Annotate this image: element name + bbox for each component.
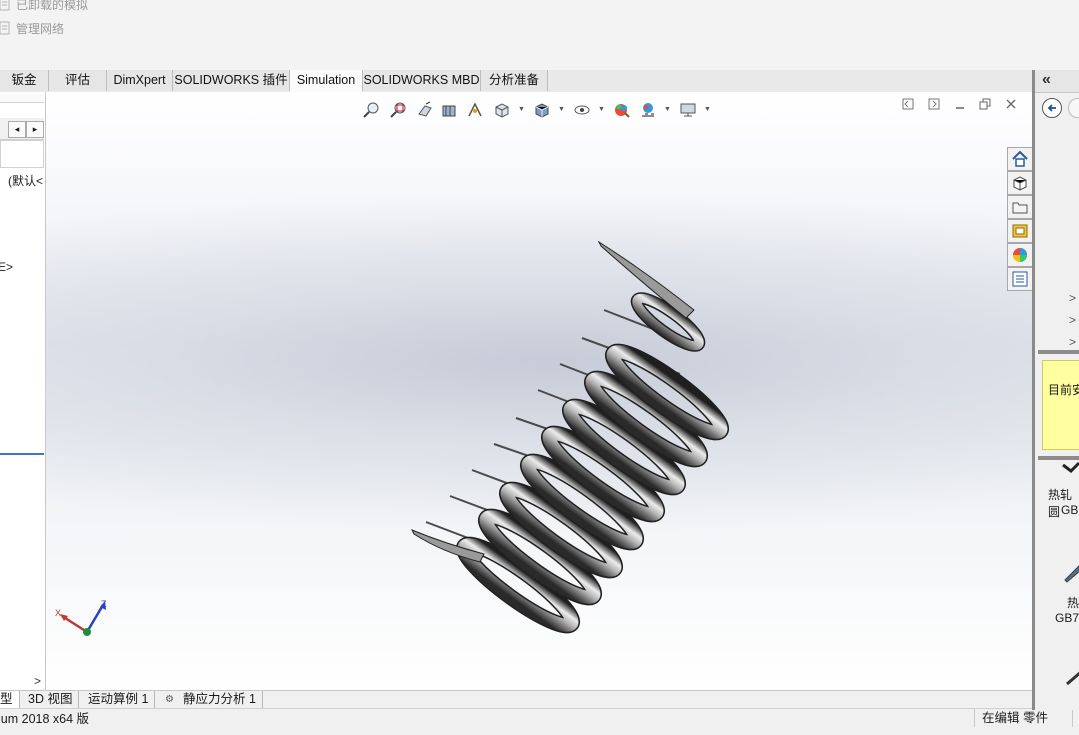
home-icon[interactable] <box>1007 147 1033 171</box>
document-icon <box>0 0 10 11</box>
display-style-icon[interactable] <box>532 100 552 120</box>
part-thumbnail-icon <box>1061 461 1079 473</box>
tab-model[interactable]: 型 <box>0 691 20 708</box>
command-manager-tabs: 钣金 评估 DimXpert SOLIDWORKS 插件 Simulation … <box>0 70 1032 93</box>
chevron-right-icon[interactable]: > <box>1069 291 1076 305</box>
close-icon[interactable] <box>1003 96 1019 112</box>
scroll-left-button[interactable]: ◂ <box>8 121 26 138</box>
task-pane-header: « <box>1035 70 1079 93</box>
heads-up-view-toolbar: ▼ ▼ ▼ ▼ ▼ <box>46 92 1032 122</box>
back-arrow-icon[interactable] <box>1042 98 1062 118</box>
menu-item-manage-network[interactable]: 管理网络 <box>0 18 64 38</box>
bottom-tabs: 型 3D 视图 运动算例 1 ⚙ 静应力分析 1 <box>0 690 1032 709</box>
chevron-right-icon[interactable]: > <box>1069 313 1076 327</box>
custom-properties-icon[interactable] <box>1007 267 1033 291</box>
tab-motion-study[interactable]: 运动算例 1 <box>82 691 156 708</box>
simulation-study-icon: ⚙ <box>165 694 174 705</box>
restore-previous-view-icon[interactable] <box>900 96 916 112</box>
tab-dimxpert[interactable]: DimXpert <box>107 70 173 91</box>
section-view-icon[interactable] <box>439 100 459 120</box>
zoom-to-fit-icon[interactable] <box>361 100 381 120</box>
view-settings-icon[interactable] <box>678 100 698 120</box>
panel-tab-strip: ◂ ▸ <box>0 118 44 140</box>
collapse-pane-button[interactable]: « <box>1042 71 1051 89</box>
coordinate-triad: X Z <box>55 599 107 636</box>
status-bar: ium 2018 x64 版 在编辑 零件 <box>0 708 1079 735</box>
next-view-icon[interactable] <box>926 96 942 112</box>
chevron-down-icon[interactable]: ▼ <box>704 106 711 113</box>
version-text: ium 2018 x64 版 <box>0 712 90 726</box>
file-explorer-icon[interactable] <box>1007 219 1033 243</box>
menu-item-label: 管理网络 <box>16 21 65 36</box>
divider <box>1038 456 1079 460</box>
part-thumbnail-icon <box>1063 560 1079 584</box>
forward-arrow-icon[interactable] <box>1068 98 1079 118</box>
triad-x-label: X <box>55 608 61 618</box>
divider <box>1038 350 1079 354</box>
minimize-icon[interactable] <box>952 96 968 112</box>
tab-sheet-metal[interactable]: 钣金 <box>0 70 49 91</box>
design-library-icon[interactable] <box>1007 195 1033 219</box>
edit-mode-text: 在编辑 零件 <box>974 709 1073 727</box>
menu-item-unloaded-simulation[interactable]: 已卸载的模拟 <box>0 0 88 14</box>
triad-z-label: Z <box>101 599 107 609</box>
tab-evaluate[interactable]: 评估 <box>49 70 107 91</box>
appearances-icon[interactable] <box>1007 243 1033 267</box>
graphics-viewport[interactable]: X Z ▼ ▼ ▼ ▼ ▼ <box>46 92 1032 690</box>
part-thumbnail-icon <box>1065 668 1079 686</box>
spring-model[interactable]: X Z <box>46 92 1032 690</box>
tab-simulation[interactable]: Simulation <box>290 70 363 92</box>
tab-static-analysis[interactable]: ⚙ 静应力分析 1 <box>159 691 263 708</box>
scroll-right-arrow[interactable]: > <box>34 674 41 688</box>
tree-item-label[interactable]: E> <box>0 260 13 274</box>
hide-show-items-icon[interactable] <box>572 100 592 120</box>
filter-box[interactable] <box>0 140 44 168</box>
tab-solidworks-mbd[interactable]: SOLIDWORKS MBD <box>363 70 481 91</box>
3d-views-icon[interactable] <box>1007 171 1033 195</box>
view-orientation-icon[interactable] <box>492 100 512 120</box>
apply-scene-icon[interactable] <box>638 100 658 120</box>
tab-label: 静应力分析 1 <box>183 692 256 706</box>
chevron-down-icon[interactable]: ▼ <box>558 106 565 113</box>
chevron-right-icon[interactable]: > <box>1069 335 1076 349</box>
document-icon <box>0 21 10 35</box>
menu-item-label: 已卸载的模拟 <box>16 0 89 12</box>
chevron-down-icon[interactable]: ▼ <box>518 106 525 113</box>
panel-selection-line <box>0 453 44 455</box>
library-item-standard: GB <box>1061 503 1079 517</box>
chevron-down-icon[interactable]: ▼ <box>598 106 605 113</box>
task-pane: « > > > 目前安 热轧圆 GB 热 GB7 <box>1032 70 1079 710</box>
previous-view-icon[interactable] <box>415 100 435 120</box>
notice-box: 目前安 <box>1042 360 1079 450</box>
scroll-right-button[interactable]: ▸ <box>26 121 44 138</box>
dynamic-annotation-icon[interactable] <box>465 100 485 120</box>
zoom-to-area-icon[interactable] <box>388 100 408 120</box>
tab-analysis-preparation[interactable]: 分析准备 <box>481 70 548 91</box>
top-menu-area: 已卸载的模拟 管理网络 <box>0 0 1079 70</box>
feature-manager-panel: ◂ ▸ (默认< E> > <box>0 92 46 690</box>
chevron-down-icon[interactable]: ▼ <box>664 106 671 113</box>
configuration-label: (默认< <box>8 174 44 188</box>
notice-text: 目前安 <box>1048 383 1079 397</box>
library-item-title[interactable]: 热 <box>1067 594 1079 611</box>
edit-appearance-icon[interactable] <box>612 100 632 120</box>
tab-3d-view[interactable]: 3D 视图 <box>22 691 80 708</box>
tab-solidworks-addins[interactable]: SOLIDWORKS 插件 <box>173 70 290 91</box>
library-item-standard: GB7 <box>1055 611 1079 625</box>
restore-icon[interactable] <box>977 96 993 112</box>
panel-header-strip <box>0 94 44 103</box>
